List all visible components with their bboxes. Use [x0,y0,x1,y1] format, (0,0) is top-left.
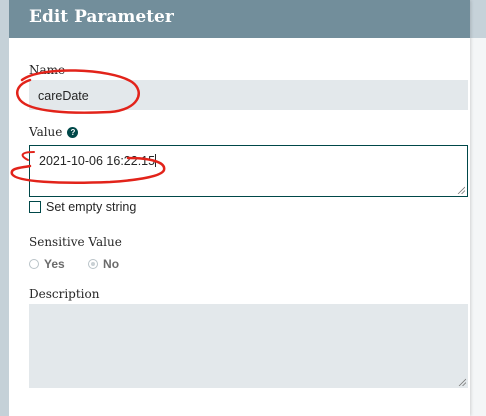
set-empty-label: Set empty string [46,200,137,214]
radio-no-label: No [103,257,120,271]
dialog-title: Edit Parameter [9,0,470,38]
radio-yes[interactable] [29,259,39,269]
radio-no-option[interactable]: No [88,257,119,271]
name-value: careDate [38,89,89,103]
text-cursor [155,154,157,167]
background-page [470,0,486,416]
radio-yes-label: Yes [44,257,65,271]
help-icon[interactable]: ? [67,127,79,138]
set-empty-string-row[interactable]: Set empty string [29,200,136,214]
description-textarea[interactable] [29,304,468,388]
set-empty-checkbox[interactable] [29,201,41,213]
radio-no[interactable] [88,259,99,269]
edit-parameter-dialog: Edit Parameter Name careDate Value? 2021… [0,0,470,416]
description-label: Description [29,287,100,301]
value-label: Value? [29,125,79,139]
background-header [470,0,486,38]
sensitive-value-label: Sensitive Value [29,235,122,249]
value-label-text: Value [29,125,63,139]
value-text: 2021-10-06 16:22:15 [39,154,156,168]
name-label: Name [29,63,66,77]
value-textarea[interactable]: 2021-10-06 16:22:15 [29,145,468,197]
name-field[interactable]: careDate [29,80,468,110]
resize-grip-icon[interactable] [457,186,465,194]
resize-grip-icon[interactable] [458,378,466,386]
radio-yes-option[interactable]: Yes [29,257,65,271]
sensitive-radio-group: Yes No [29,257,139,271]
